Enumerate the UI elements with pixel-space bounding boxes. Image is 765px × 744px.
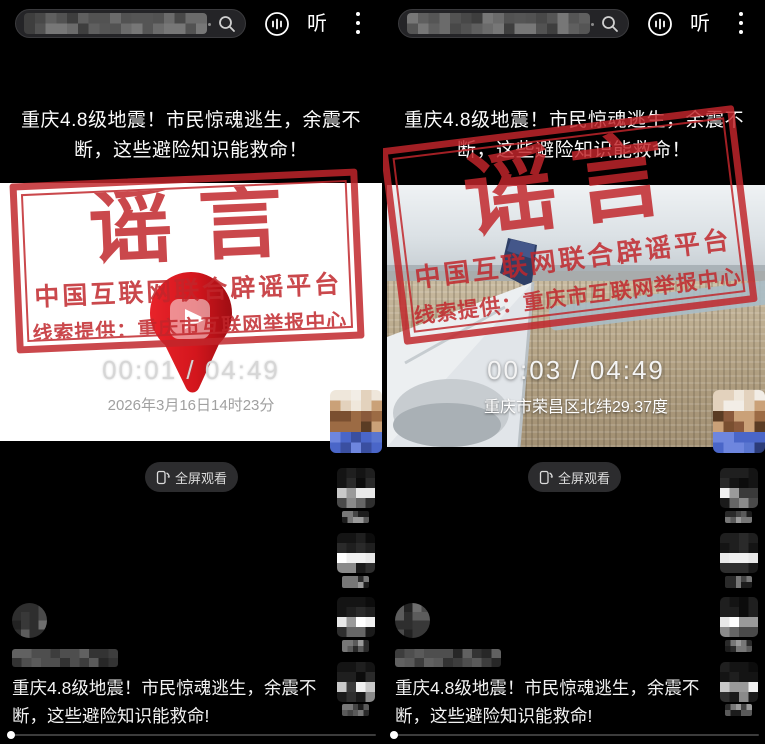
video-caption-line1: 重庆4.8级地震！市民惊魂逃生，余震不	[12, 674, 328, 702]
like-count-pixelated	[342, 511, 369, 523]
search-text-pixelated	[407, 13, 590, 34]
playback-time: 00:03 / 04:49	[387, 355, 765, 386]
video-caption: 重庆4.8级地震！市民惊魂逃生，余震不 断，这些避险知识能救命!	[395, 674, 711, 730]
share-count-pixelated	[342, 704, 369, 716]
fullscreen-button-label: 全屏观看	[175, 468, 227, 487]
video-caption-line2: 断，这些避险知识能救命!	[395, 702, 711, 730]
progress-handle[interactable]	[7, 731, 15, 739]
favorite-count-pixelated	[725, 640, 752, 652]
video-progress-bar[interactable]	[8, 734, 376, 736]
comment-count-pixelated	[725, 576, 752, 588]
favorite-icon-pixelated[interactable]	[720, 597, 758, 637]
uploader-avatar-pixelated[interactable]	[330, 390, 382, 453]
fullscreen-button[interactable]: 全屏观看	[528, 462, 621, 492]
equalizer-circle-icon[interactable]	[263, 10, 291, 38]
search-input[interactable]	[15, 9, 246, 38]
listen-button[interactable]: 听	[303, 9, 331, 39]
progress-handle[interactable]	[390, 731, 398, 739]
playback-time: 00:01 / 04:49	[0, 355, 382, 386]
search-text-pixelated	[24, 13, 207, 34]
uploader-avatar-pixelated[interactable]	[713, 390, 765, 453]
listen-button[interactable]: 听	[686, 9, 714, 39]
kebab-menu-icon[interactable]	[733, 10, 749, 38]
video-page-title-line2: 断，这些避险知识能救命！	[0, 136, 382, 166]
search-input[interactable]	[398, 9, 629, 38]
search-icon[interactable]	[217, 14, 237, 34]
video-caption-line1: 重庆4.8级地震！市民惊魂逃生，余震不	[395, 674, 711, 702]
fullscreen-button[interactable]: 全屏观看	[145, 462, 238, 492]
video-progress-bar[interactable]	[391, 734, 759, 736]
rotate-phone-icon	[156, 469, 170, 485]
comment-icon-pixelated[interactable]	[720, 533, 758, 573]
comment-icon-pixelated[interactable]	[337, 533, 375, 573]
rumor-stamp-word: 谣言	[61, 180, 310, 271]
rotate-phone-icon	[539, 469, 553, 485]
author-username-pixelated[interactable]	[395, 649, 501, 667]
author-avatar-pixelated[interactable]	[12, 603, 47, 638]
date-watermark: 2026年3月16日14时23分	[0, 394, 382, 415]
share-icon-pixelated[interactable]	[337, 662, 375, 702]
rumor-stamp-inner-border: 谣言 中国互联网联合辟谣平台 线索提供：重庆市互联网举报中心	[393, 117, 746, 332]
search-divider-dot	[591, 23, 594, 26]
search-icon[interactable]	[600, 14, 620, 34]
rumor-stamp: 谣言 中国互联网联合辟谣平台 线索提供：重庆市互联网举报中心	[9, 168, 364, 353]
kebab-menu-icon[interactable]	[350, 10, 366, 38]
like-icon-pixelated[interactable]	[337, 468, 375, 508]
author-username-pixelated[interactable]	[12, 649, 118, 667]
favorite-count-pixelated	[342, 640, 369, 652]
left-screenshot-panel: 听 重庆4.8级地震！市民惊魂逃生，余震不 断，这些避险知识能救命！ 00:01…	[0, 0, 382, 744]
video-caption-line2: 断，这些避险知识能救命!	[12, 702, 328, 730]
equalizer-circle-icon[interactable]	[646, 10, 674, 38]
share-count-pixelated	[725, 704, 752, 716]
favorite-icon-pixelated[interactable]	[337, 597, 375, 637]
video-page-title-line1: 重庆4.8级地震！市民惊魂逃生，余震不	[0, 106, 382, 136]
comment-count-pixelated	[342, 576, 369, 588]
location-watermark: 重庆市荣昌区北纬29.37度	[387, 393, 765, 417]
video-caption: 重庆4.8级地震！市民惊魂逃生，余震不 断，这些避险知识能救命!	[12, 674, 328, 730]
fullscreen-button-label: 全屏观看	[558, 468, 610, 487]
right-screenshot-panel: 听 重庆4.8级地震！市民惊魂逃生，余震不 断，这些避险知识能救命！ 00:03…	[383, 0, 765, 744]
rumor-stamp-inner-border: 谣言 中国互联网联合辟谣平台 线索提供：重庆市互联网举报中心	[21, 180, 353, 342]
video-page-title: 重庆4.8级地震！市民惊魂逃生，余震不 断，这些避险知识能救命！	[0, 106, 382, 166]
share-icon-pixelated[interactable]	[720, 662, 758, 702]
author-avatar-pixelated[interactable]	[395, 603, 430, 638]
like-count-pixelated	[725, 511, 752, 523]
like-icon-pixelated[interactable]	[720, 468, 758, 508]
dual-screenshot-comparison: 听 重庆4.8级地震！市民惊魂逃生，余震不 断，这些避险知识能救命！ 00:01…	[0, 0, 765, 744]
search-divider-dot	[208, 23, 211, 26]
